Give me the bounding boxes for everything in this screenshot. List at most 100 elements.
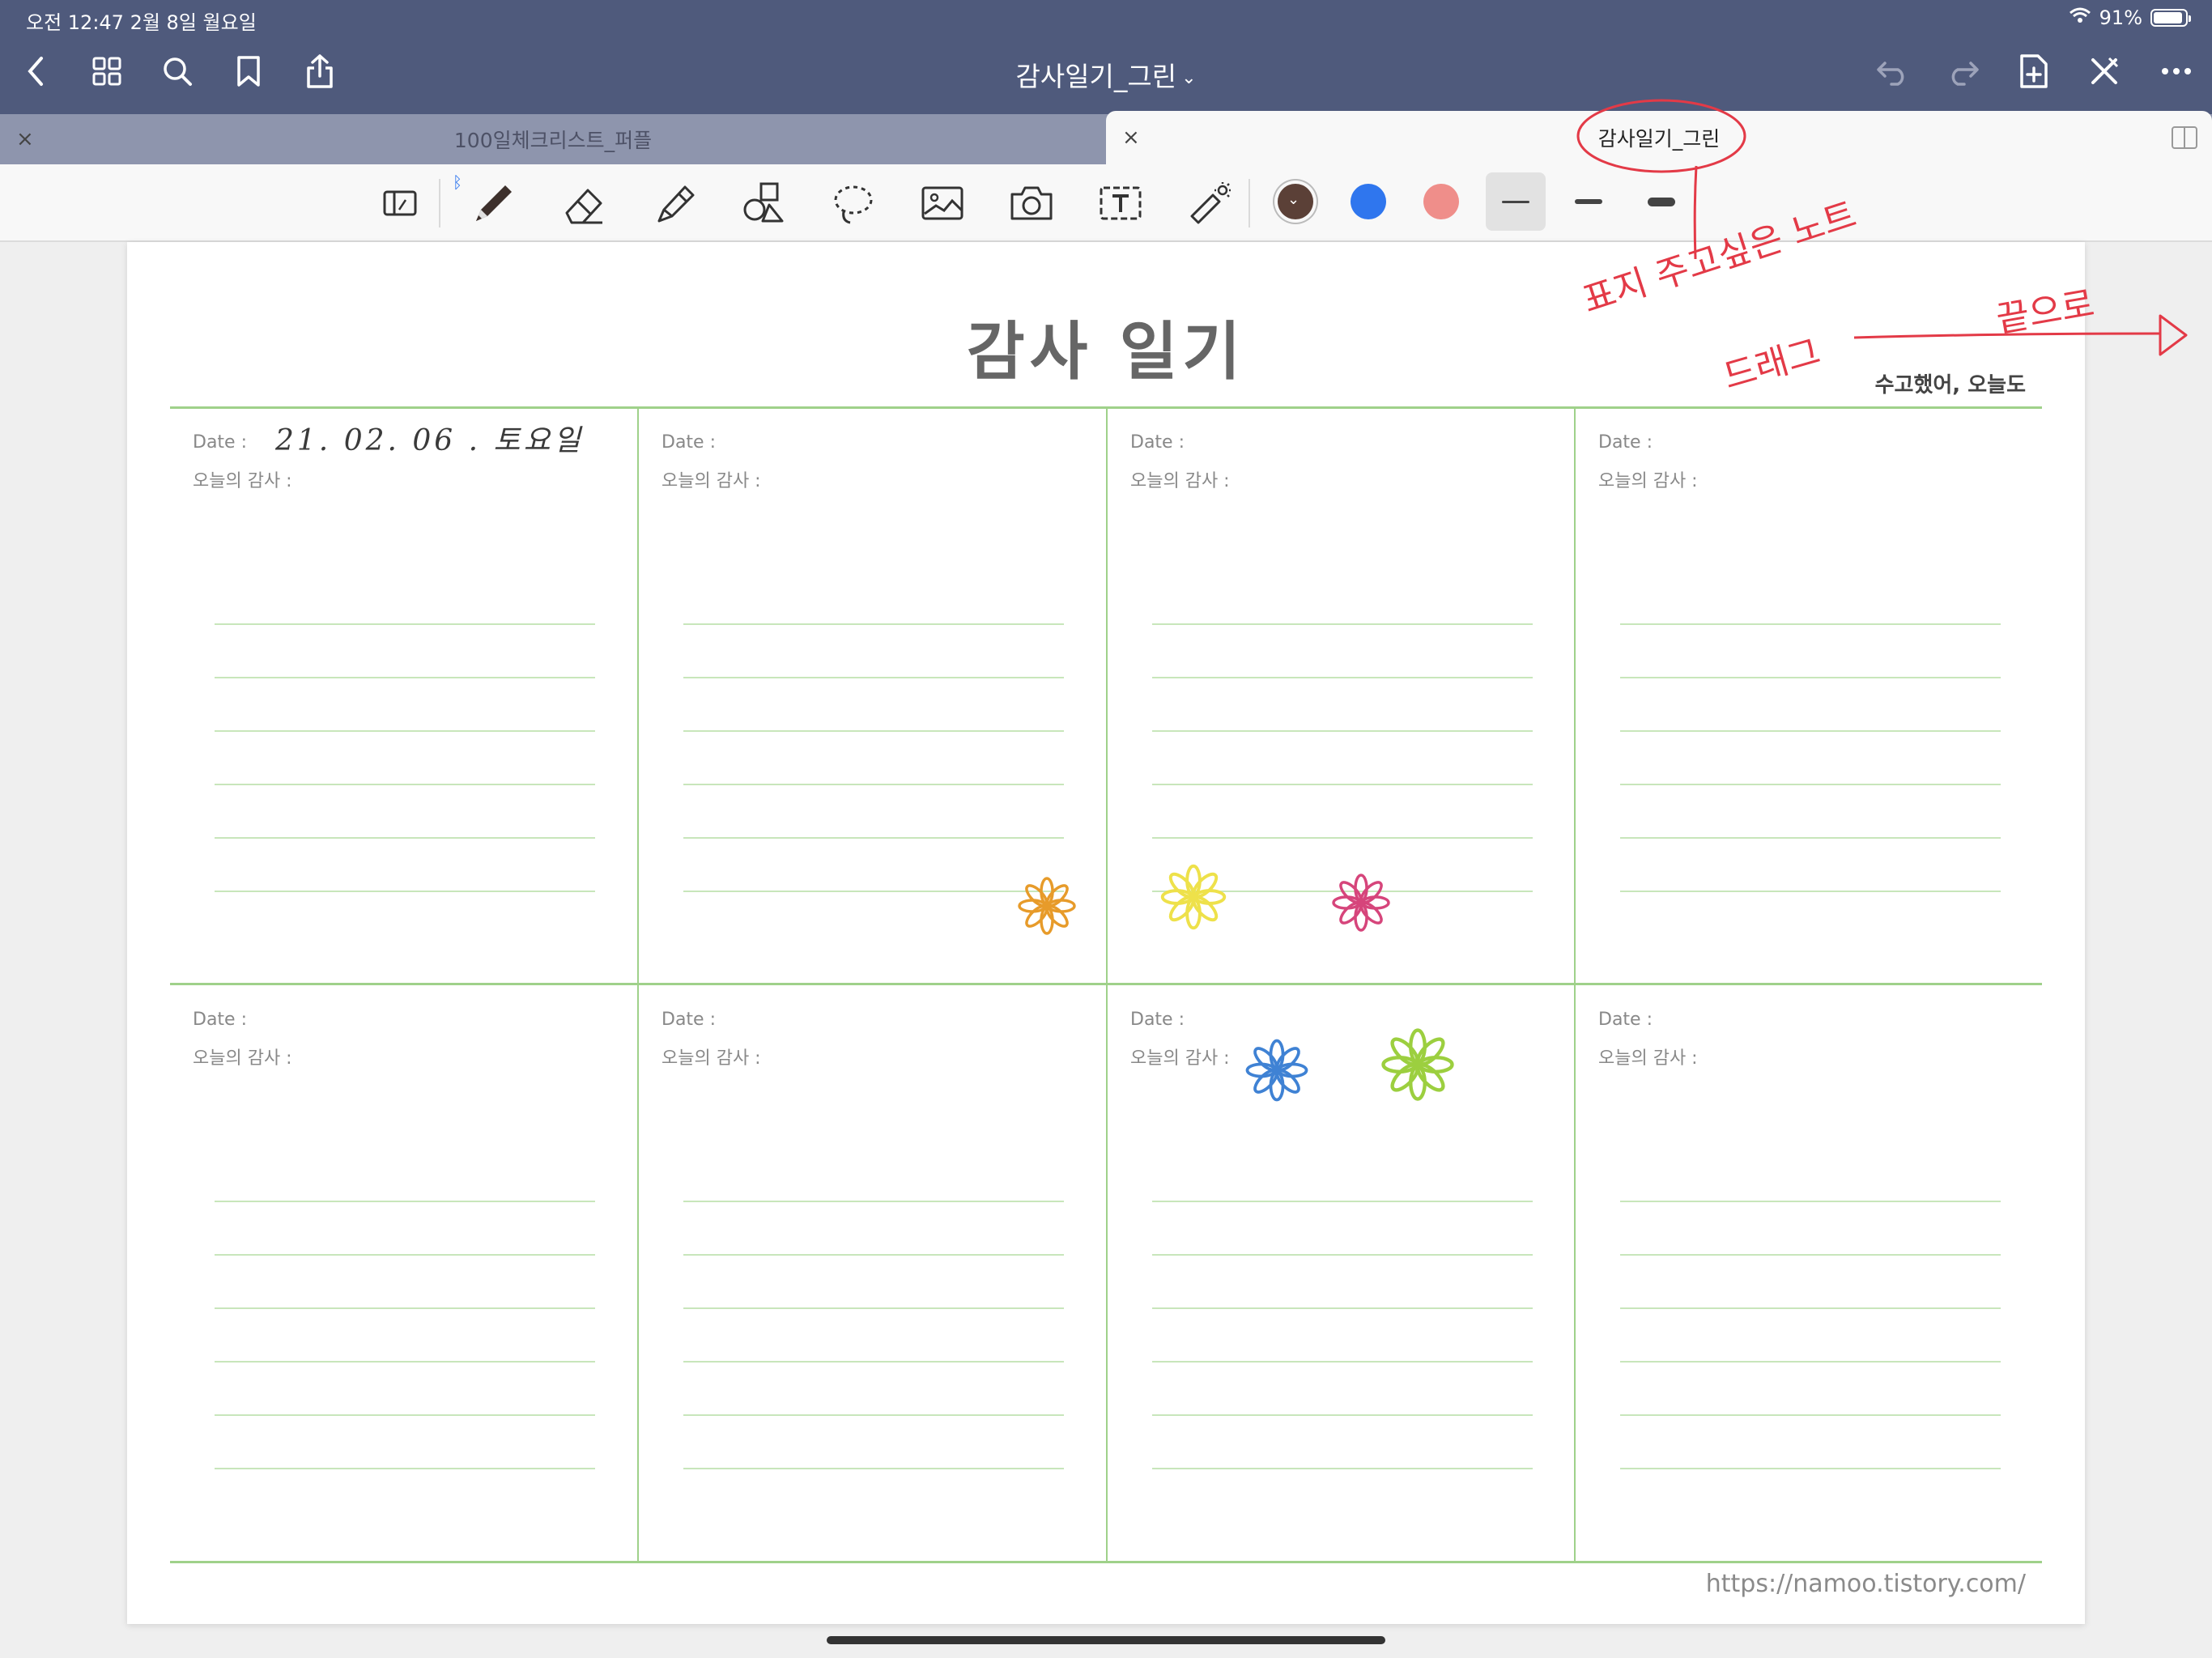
gratitude-label: 오늘의 감사 : bbox=[1130, 471, 1230, 491]
image-icon[interactable] bbox=[917, 177, 968, 229]
close-icon[interactable]: × bbox=[16, 127, 34, 151]
writing-line bbox=[215, 837, 595, 839]
writing-line bbox=[1152, 730, 1533, 732]
gratitude-label: 오늘의 감사 : bbox=[661, 1048, 761, 1069]
diary-cell[interactable]: Date : 오늘의 감사 : bbox=[1576, 408, 2044, 984]
writing-line bbox=[683, 891, 1064, 892]
flower-sticker-icon[interactable] bbox=[1242, 1035, 1312, 1105]
notebook-page[interactable]: 감사 일기 수고했어, 오늘도 Date : 오늘의 감사 : Date : 오… bbox=[127, 242, 2085, 1624]
writing-line bbox=[215, 1254, 595, 1256]
tab-gratitude-diary[interactable]: × 감사일기_그린 bbox=[1106, 111, 2212, 164]
color-swatch-brown[interactable] bbox=[1278, 184, 1313, 219]
writing-line bbox=[683, 784, 1064, 785]
date-label: Date : bbox=[1130, 1010, 1185, 1030]
bluetooth-icon: ᛒ bbox=[453, 172, 462, 192]
writing-line bbox=[1152, 1201, 1533, 1202]
date-label: Date : bbox=[1598, 1010, 1653, 1030]
diary-cell[interactable]: Date : 오늘의 감사 : bbox=[170, 408, 638, 984]
diary-cell[interactable]: Date : 오늘의 감사 : bbox=[1108, 985, 1576, 1562]
writing-line bbox=[683, 1201, 1064, 1202]
writing-line bbox=[683, 1307, 1064, 1309]
status-bar: 오전 12:47 2월 8일 월요일 91% bbox=[0, 0, 2212, 37]
pen-icon[interactable] bbox=[468, 177, 520, 229]
more-icon[interactable] bbox=[2155, 50, 2197, 92]
status-time: 오전 12:47 2월 8일 월요일 bbox=[26, 11, 257, 34]
eraser-icon[interactable] bbox=[559, 177, 610, 229]
close-icon[interactable]: × bbox=[1122, 125, 1140, 150]
writing-line bbox=[683, 1361, 1064, 1363]
writing-line bbox=[1152, 837, 1533, 839]
close-pen-icon[interactable] bbox=[2083, 50, 2125, 92]
gratitude-label: 오늘의 감사 : bbox=[661, 471, 761, 491]
flower-center bbox=[1272, 1065, 1282, 1075]
stroke-medium-button[interactable] bbox=[1559, 172, 1619, 231]
stroke-medium-icon bbox=[1575, 199, 1602, 204]
read-mode-icon[interactable] bbox=[374, 177, 426, 229]
flower-sticker-icon[interactable] bbox=[1157, 861, 1230, 933]
tab-strip: × 100일체크리스트_퍼플 × 감사일기_그린 bbox=[0, 111, 2212, 164]
flower-center bbox=[1357, 899, 1365, 907]
stroke-thick-button[interactable] bbox=[1631, 172, 1691, 231]
writing-line bbox=[215, 784, 595, 785]
color-swatch-pink[interactable] bbox=[1423, 184, 1459, 219]
undo-icon[interactable] bbox=[1872, 50, 1914, 92]
writing-line bbox=[1620, 1361, 2001, 1363]
laser-icon[interactable] bbox=[1184, 177, 1236, 229]
flower-sticker-icon[interactable] bbox=[1015, 874, 1079, 938]
writing-line bbox=[215, 623, 595, 625]
writing-line bbox=[215, 1361, 595, 1363]
writing-line bbox=[1620, 1414, 2001, 1416]
writing-line bbox=[1620, 1254, 2001, 1256]
flower-center bbox=[1043, 902, 1051, 910]
writing-line bbox=[1620, 784, 2001, 785]
document-title-text: 감사일기_그린 bbox=[1015, 61, 1177, 92]
highlighter-icon[interactable] bbox=[649, 177, 701, 229]
stroke-thin-button[interactable] bbox=[1486, 172, 1546, 231]
page-subtitle: 수고했어, 오늘도 bbox=[1874, 373, 2026, 397]
diary-cell[interactable]: Date : 오늘의 감사 : bbox=[639, 985, 1107, 1562]
date-label: Date : bbox=[1130, 432, 1185, 453]
stroke-thick-icon bbox=[1648, 197, 1675, 206]
writing-line bbox=[215, 1307, 595, 1309]
date-label: Date : bbox=[193, 1010, 247, 1030]
writing-line bbox=[683, 623, 1064, 625]
date-label: Date : bbox=[661, 1010, 716, 1030]
writing-line bbox=[1152, 677, 1533, 678]
writing-line bbox=[1152, 1254, 1533, 1256]
camera-icon[interactable] bbox=[1006, 177, 1057, 229]
gratitude-label: 오늘의 감사 : bbox=[193, 1048, 292, 1069]
flower-sticker-icon[interactable] bbox=[1329, 870, 1393, 935]
writing-line bbox=[215, 730, 595, 732]
writing-line bbox=[215, 677, 595, 678]
writing-line bbox=[1620, 1307, 2001, 1309]
tool-bar: ᛒ bbox=[0, 164, 2212, 242]
date-label: Date : bbox=[193, 432, 247, 453]
battery-icon bbox=[2150, 9, 2191, 27]
writing-line bbox=[1620, 837, 2001, 839]
writing-line bbox=[683, 837, 1064, 839]
writing-line bbox=[683, 730, 1064, 732]
writing-line bbox=[1620, 891, 2001, 892]
writing-line bbox=[683, 677, 1064, 678]
home-indicator[interactable] bbox=[827, 1636, 1385, 1644]
add-page-icon[interactable] bbox=[2013, 50, 2055, 92]
flower-sticker-icon[interactable] bbox=[1377, 1024, 1458, 1105]
diary-cell[interactable]: Date : 오늘의 감사 : bbox=[1576, 985, 2044, 1562]
gratitude-label: 오늘의 감사 : bbox=[1598, 1048, 1698, 1069]
writing-line bbox=[1152, 1307, 1533, 1309]
color-swatch-blue[interactable] bbox=[1351, 184, 1386, 219]
split-view-icon[interactable] bbox=[2172, 126, 2197, 149]
writing-line bbox=[1620, 730, 2001, 732]
lasso-icon[interactable] bbox=[827, 177, 879, 229]
writing-line bbox=[1620, 677, 2001, 678]
diary-cell[interactable]: Date : 오늘의 감사 : bbox=[170, 985, 638, 1562]
text-icon[interactable] bbox=[1095, 177, 1146, 229]
tab-100-checklist[interactable]: × 100일체크리스트_퍼플 bbox=[0, 114, 1106, 164]
shapes-icon[interactable] bbox=[738, 177, 790, 229]
redo-icon[interactable] bbox=[1942, 50, 1984, 92]
battery-percent: 91% bbox=[2099, 6, 2142, 29]
writing-line bbox=[1620, 1468, 2001, 1469]
gratitude-label: 오늘의 감사 : bbox=[1130, 1048, 1230, 1069]
date-label: Date : bbox=[661, 432, 716, 453]
writing-line bbox=[215, 1414, 595, 1416]
